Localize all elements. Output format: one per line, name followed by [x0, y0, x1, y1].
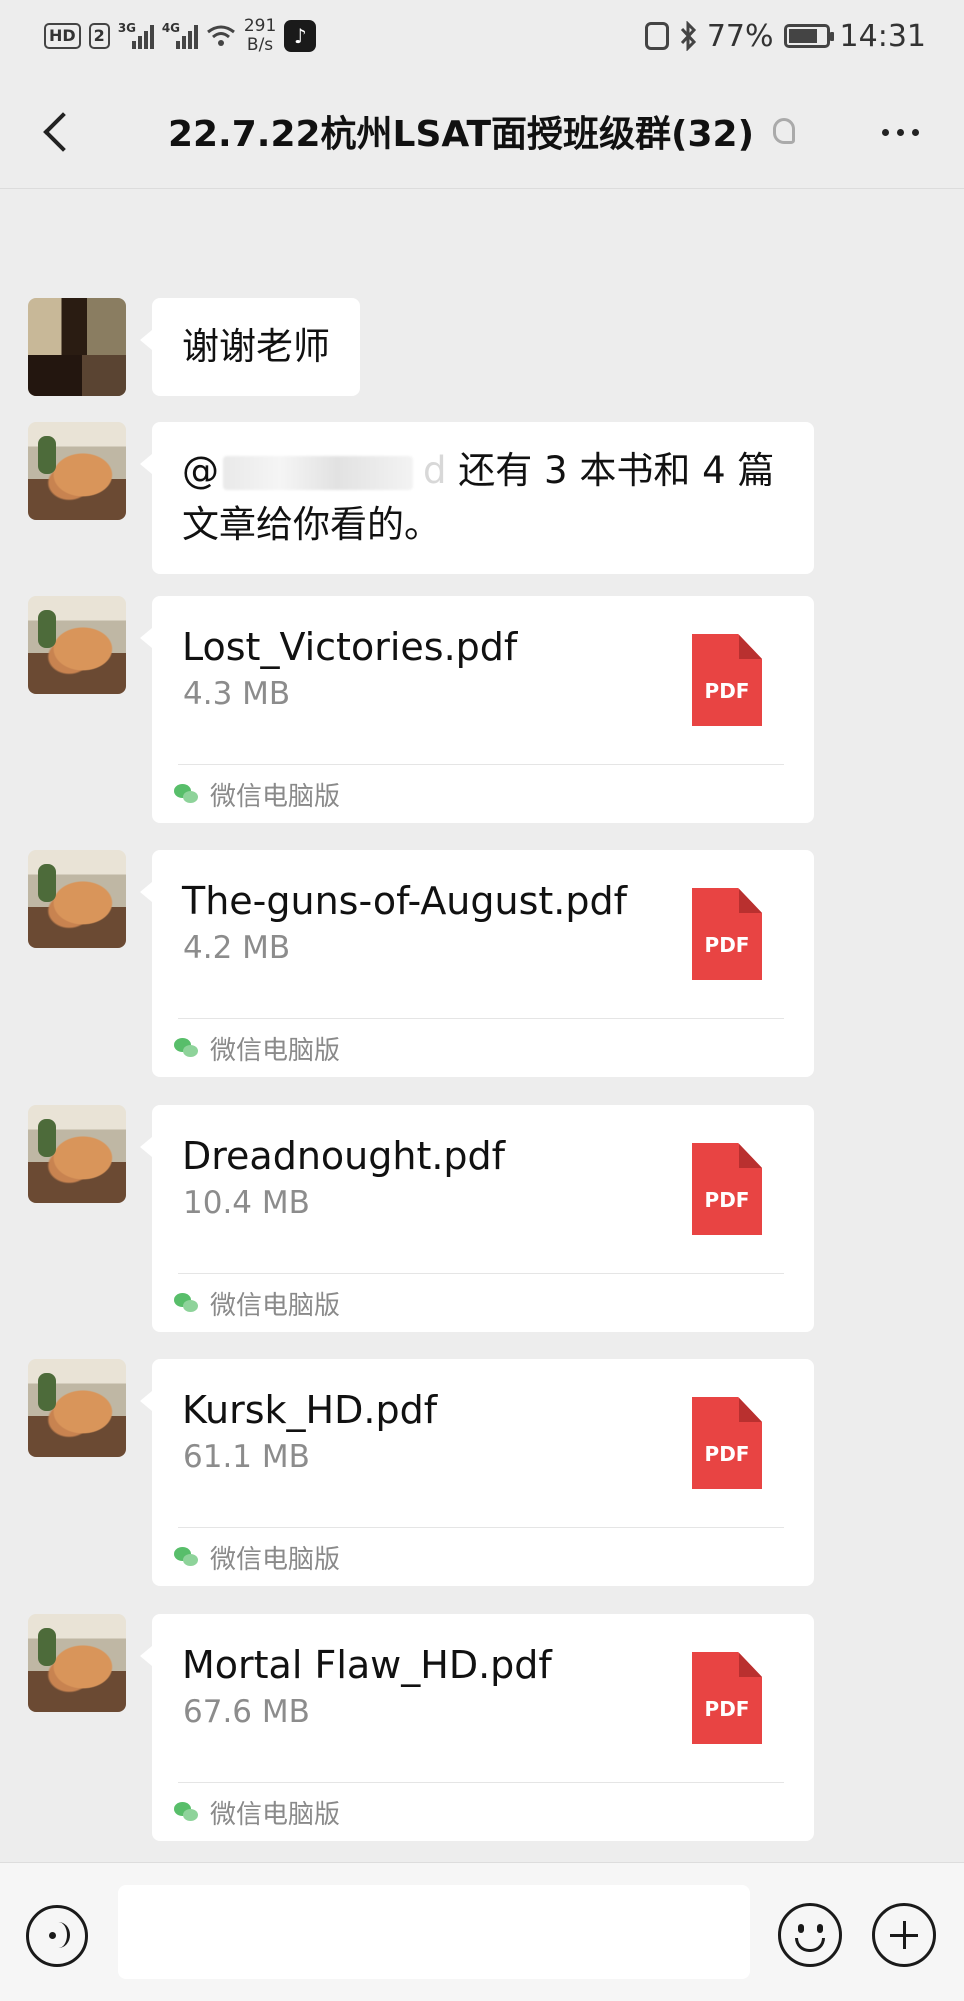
file-source: 微信电脑版 [174, 776, 340, 812]
pdf-icon-label: PDF [704, 933, 750, 957]
network-4g-label: 4G [161, 21, 181, 35]
sim-badge: 2 [88, 23, 110, 49]
wechat-icon [174, 783, 200, 805]
file-name: Dreadnought.pdf [182, 1134, 506, 1178]
file-source: 微信电脑版 [174, 1794, 340, 1830]
file-source: 微信电脑版 [174, 1030, 340, 1066]
redacted-mention [223, 455, 413, 490]
back-icon[interactable] [30, 104, 86, 160]
file-size: 4.3 MB [183, 676, 291, 712]
pdf-file-icon: PDF [692, 1143, 762, 1235]
file-name: The-guns-of-August.pdf [182, 879, 627, 923]
message-bubble[interactable]: 谢谢老师 [140, 298, 360, 396]
sender-avatar[interactable] [28, 422, 126, 520]
divider [178, 1782, 784, 1783]
mention-prefix: @ [182, 449, 219, 492]
clock: 14:31 [839, 18, 926, 54]
message-input[interactable] [118, 1885, 750, 1979]
file-size: 67.6 MB [183, 1694, 310, 1730]
hd-badge: HD [44, 23, 81, 49]
emoji-icon[interactable] [778, 1903, 842, 1967]
battery-icon [783, 24, 834, 48]
pdf-file-icon: PDF [692, 634, 762, 726]
status-right: 77% 14:31 [644, 14, 926, 58]
divider [178, 1527, 784, 1528]
network-speed: 291 B/s [244, 17, 276, 55]
wechat-icon [174, 1801, 200, 1823]
sender-avatar[interactable] [28, 1614, 126, 1712]
sender-avatar[interactable] [28, 850, 126, 948]
network-3g-label: 3G [117, 21, 137, 35]
ear-icon [770, 116, 796, 146]
mention-tail: d [423, 449, 447, 492]
source-label: 微信电脑版 [210, 1799, 341, 1830]
nfc-icon [644, 22, 669, 50]
wifi-icon [206, 24, 236, 48]
chat-title: 22.7.22杭州LSAT面授班级群(32) [167, 114, 755, 155]
pdf-icon-label: PDF [704, 1188, 750, 1212]
sender-avatar[interactable] [28, 1359, 126, 1457]
file-size: 61.1 MB [183, 1439, 310, 1475]
source-label: 微信电脑版 [210, 781, 341, 812]
divider [178, 1273, 784, 1274]
network-speed-unit: B/s [246, 35, 274, 55]
sender-avatar[interactable] [28, 298, 126, 396]
file-message[interactable]: The-guns-of-August.pdf 4.2 MB PDF 微信电脑版 [140, 850, 814, 1077]
tiktok-icon: ♪ [284, 20, 317, 52]
pdf-icon-label: PDF [704, 679, 750, 703]
pdf-icon-label: PDF [704, 1442, 750, 1466]
voice-icon[interactable] [26, 1905, 88, 1967]
chat-input-bar [0, 1862, 964, 2001]
pdf-file-icon: PDF [692, 888, 762, 980]
file-message[interactable]: Lost_Victories.pdf 4.3 MB PDF 微信电脑版 [140, 596, 814, 823]
file-name: Mortal Flaw_HD.pdf [182, 1643, 552, 1687]
divider [178, 764, 784, 765]
file-size: 10.4 MB [183, 1185, 310, 1221]
status-bar: HD 2 3G 4G 291 B/s ♪ 77% 14:31 [0, 0, 964, 74]
divider [178, 1018, 784, 1019]
plus-icon[interactable] [872, 1903, 936, 1967]
pdf-file-icon: PDF [692, 1652, 762, 1744]
chat-title-area: 22.7.22杭州LSAT面授班级群(32) [150, 100, 814, 162]
file-source: 微信电脑版 [174, 1539, 340, 1575]
wechat-icon [174, 1037, 200, 1059]
sender-avatar[interactable] [28, 1105, 126, 1203]
wechat-icon [174, 1546, 200, 1568]
wechat-icon [174, 1292, 200, 1314]
battery-percent: 77% [706, 18, 774, 54]
network-speed-value: 291 [243, 16, 277, 36]
signal-3g-icon: 3G [117, 21, 154, 49]
file-size: 4.2 MB [183, 930, 291, 966]
bluetooth-icon [679, 20, 697, 52]
pdf-icon-label: PDF [704, 1697, 750, 1721]
chat-header: 22.7.22杭州LSAT面授班级群(32) [0, 74, 964, 189]
file-source: 微信电脑版 [174, 1285, 340, 1321]
file-name: Lost_Victories.pdf [182, 625, 518, 669]
file-message[interactable]: Mortal Flaw_HD.pdf 67.6 MB PDF 微信电脑版 [140, 1614, 814, 1841]
source-label: 微信电脑版 [210, 1544, 341, 1575]
signal-4g-icon: 4G [161, 21, 198, 49]
message-text: 谢谢老师 [182, 325, 330, 368]
file-name: Kursk_HD.pdf [182, 1388, 438, 1432]
more-options-button[interactable] [870, 108, 930, 156]
status-left: HD 2 3G 4G 291 B/s ♪ [44, 16, 317, 56]
source-label: 微信电脑版 [210, 1035, 341, 1066]
pdf-file-icon: PDF [692, 1397, 762, 1489]
file-message[interactable]: Kursk_HD.pdf 61.1 MB PDF 微信电脑版 [140, 1359, 814, 1586]
message-bubble[interactable]: @ d 还有 3 本书和 4 篇文章给你看的。 [140, 422, 814, 574]
source-label: 微信电脑版 [210, 1290, 341, 1321]
file-message[interactable]: Dreadnought.pdf 10.4 MB PDF 微信电脑版 [140, 1105, 814, 1332]
sender-avatar[interactable] [28, 596, 126, 694]
